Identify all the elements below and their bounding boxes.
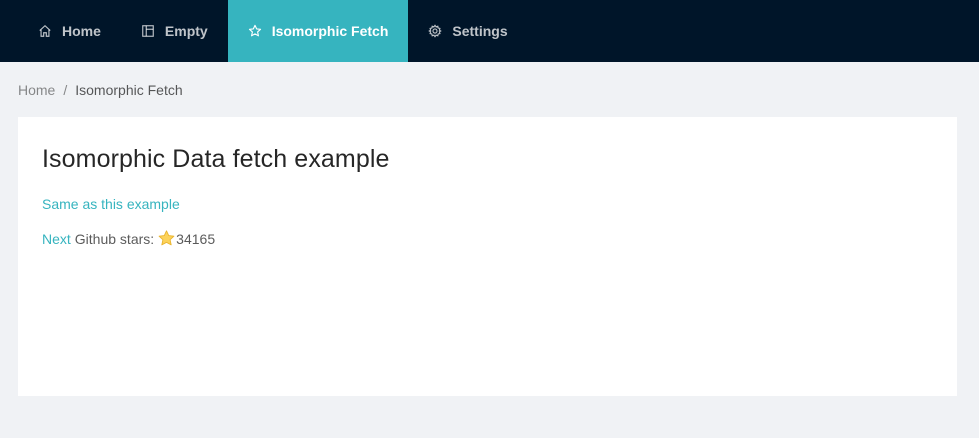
nav-item-label: Empty xyxy=(164,23,208,39)
github-stars-count: 34165 xyxy=(176,230,216,247)
nav-item-home[interactable]: Home xyxy=(18,0,121,62)
content-card: Isomorphic Data fetch example Same as th… xyxy=(18,117,957,396)
star-outline-icon xyxy=(248,24,262,38)
example-line: Same as this example xyxy=(42,196,933,212)
page-title: Isomorphic Data fetch example xyxy=(42,145,390,173)
breadcrumb-current: Isomorphic Fetch xyxy=(75,81,183,98)
github-stars-line: Next Github stars: 34165 xyxy=(42,230,933,247)
nav-item-label: Isomorphic Fetch xyxy=(271,23,389,39)
gear-icon xyxy=(428,24,443,38)
nav-item-label: Home xyxy=(62,23,101,39)
nav-item-empty[interactable]: Empty xyxy=(121,0,228,62)
example-link[interactable]: Same as this example xyxy=(42,196,180,212)
top-nav: Home Empty Isomorphic Fetch Settings xyxy=(0,0,979,62)
star-icon xyxy=(158,230,175,247)
github-stars-label: Github stars: xyxy=(74,230,155,247)
nav-item-settings[interactable]: Settings xyxy=(408,0,527,62)
nav-item-label: Settings xyxy=(452,23,508,39)
home-icon xyxy=(38,24,52,38)
breadcrumb: Home / Isomorphic Fetch xyxy=(0,62,979,117)
layout-icon xyxy=(141,24,155,38)
nav-item-isomorphic-fetch[interactable]: Isomorphic Fetch xyxy=(227,0,409,62)
next-link[interactable]: Next xyxy=(42,231,71,247)
breadcrumb-separator: / xyxy=(63,81,68,98)
breadcrumb-home[interactable]: Home xyxy=(18,82,55,98)
